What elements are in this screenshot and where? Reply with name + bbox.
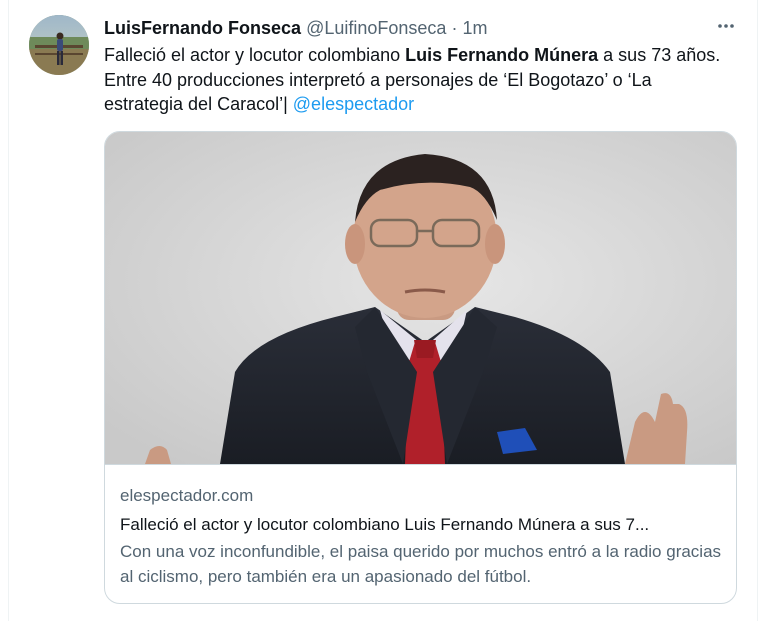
- card-title: Falleció el actor y locutor colombiano L…: [120, 515, 650, 534]
- user-handle[interactable]: @LuifinoFonseca: [306, 18, 446, 38]
- avatar-photo: [29, 15, 89, 75]
- more-options-button[interactable]: [714, 14, 738, 38]
- tweet-text-bold: Luis Fernando Múnera: [405, 45, 599, 65]
- card-description: Con una voz inconfundible, el paisa quer…: [120, 542, 722, 586]
- tweet-text: Falleció el actor y locutor colombiano L…: [104, 43, 734, 117]
- more-horizontal-icon: [718, 24, 734, 28]
- mention-link[interactable]: @elespectador: [293, 94, 414, 114]
- separator-dot: ·: [451, 18, 458, 38]
- tweet-text-part1: Falleció el actor y locutor colombiano: [104, 45, 406, 65]
- avatar[interactable]: [29, 15, 89, 75]
- tweet-header: LuisFernando Fonseca @LuifinoFonseca · 1…: [104, 16, 487, 40]
- card-image[interactable]: [105, 132, 736, 465]
- portrait-photo: [105, 132, 736, 464]
- card-domain: elespectador.com: [120, 486, 254, 505]
- link-preview-card[interactable]: elespectador.com Falleció el actor y loc…: [104, 131, 737, 604]
- display-name[interactable]: LuisFernando Fonseca: [104, 18, 301, 38]
- timestamp[interactable]: 1m: [462, 18, 487, 38]
